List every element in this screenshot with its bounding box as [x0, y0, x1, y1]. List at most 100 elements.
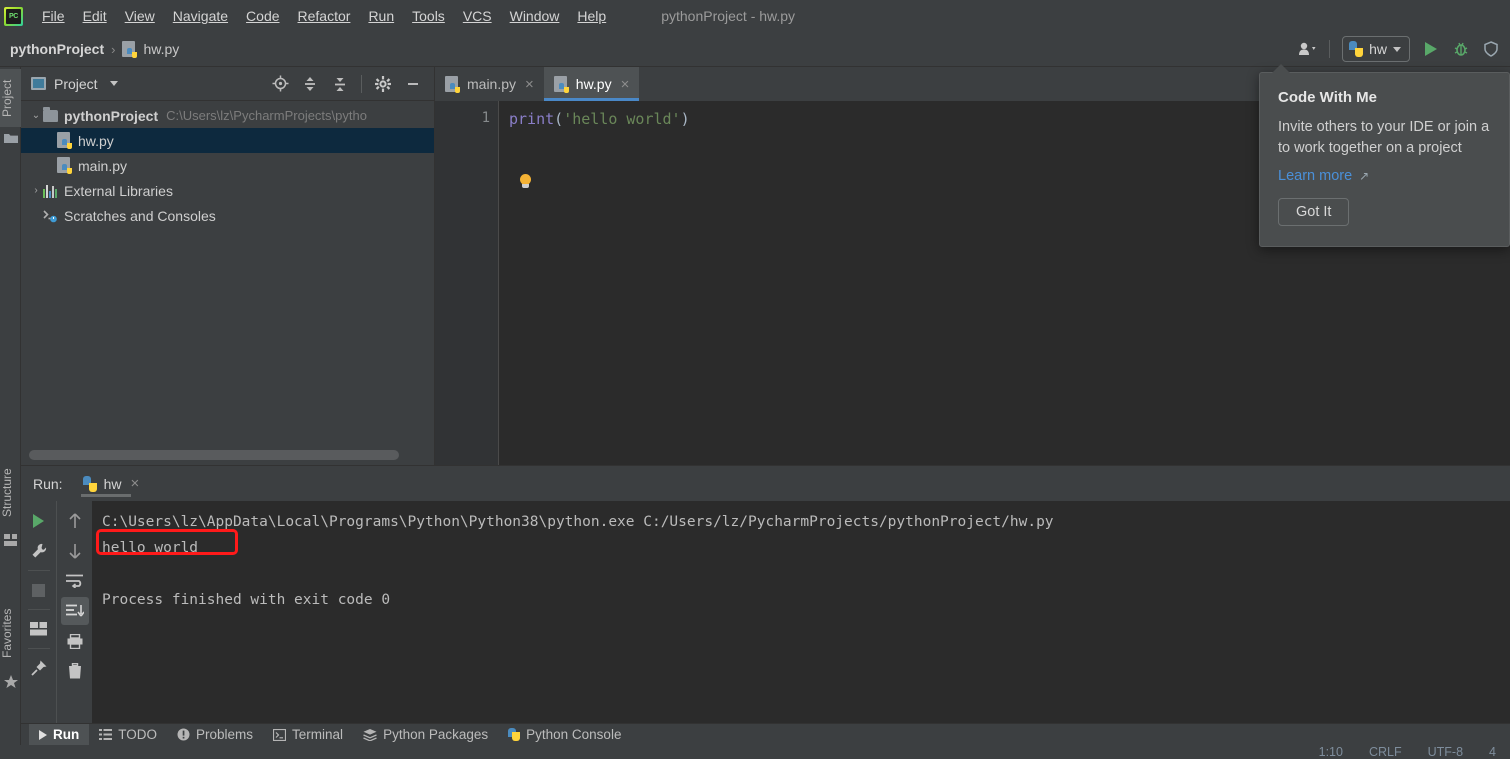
bottom-item-todo[interactable]: TODO [89, 724, 167, 746]
close-icon[interactable]: × [525, 77, 534, 92]
tree-node-hw-py[interactable]: hw.py [21, 128, 434, 153]
status-indent[interactable]: 4 [1489, 745, 1496, 759]
edit-configuration-wrench-icon [32, 543, 46, 558]
expand-all-icon[interactable] [295, 71, 325, 97]
prev-occurrence-button[interactable] [61, 507, 89, 535]
menu-item-edit[interactable]: Edit [74, 5, 116, 27]
breadcrumb-project[interactable]: pythonProject [10, 41, 104, 57]
editor-tab-hw-py[interactable]: hw.py × [543, 67, 640, 101]
left-tool-stripe: Project Structure Favorites [0, 67, 21, 759]
project-panel-horizontal-scrollbar[interactable] [29, 450, 399, 460]
chevron-right-icon[interactable]: › [29, 185, 43, 196]
sidebar-item-project[interactable]: Project [0, 69, 21, 127]
locate-target-icon[interactable] [265, 71, 295, 97]
lightbulb-icon[interactable] [518, 174, 533, 189]
pycharm-logo-icon [4, 6, 23, 26]
soft-wrap-button[interactable] [61, 567, 89, 595]
menu-window-label: Window [509, 8, 560, 24]
learn-more-label: Learn more [1278, 168, 1353, 184]
next-occurrence-button[interactable] [61, 537, 89, 565]
run-play-icon [1425, 42, 1437, 56]
close-icon[interactable]: × [621, 77, 630, 92]
menu-item-navigate[interactable]: Navigate [164, 5, 237, 27]
status-line-separator[interactable]: CRLF [1369, 745, 1402, 759]
print-button[interactable] [61, 627, 89, 655]
stop-button[interactable] [25, 576, 53, 604]
run-play-icon [39, 729, 47, 740]
layout-button[interactable] [25, 615, 53, 643]
pin-tab-button[interactable] [25, 654, 53, 682]
bottom-item-terminal[interactable]: Terminal [263, 724, 353, 746]
minimize-icon[interactable] [398, 71, 428, 97]
chevron-down-icon[interactable]: ⌄ [29, 110, 43, 121]
run-button[interactable] [1416, 36, 1446, 62]
python-file-icon [553, 75, 569, 93]
user-account-icon[interactable] [1293, 36, 1323, 62]
menu-item-window[interactable]: Window [501, 5, 569, 27]
run-configuration-selector[interactable]: hw [1342, 36, 1410, 62]
bottom-item-python-packages[interactable]: Python Packages [353, 724, 498, 746]
tree-node-label: main.py [78, 157, 128, 174]
coverage-button[interactable] [1476, 36, 1506, 62]
sidebar-item-favorites[interactable]: Favorites [0, 597, 21, 669]
bottom-item-label: Run [53, 727, 80, 742]
sidebar-item-structure[interactable]: Structure [0, 457, 21, 529]
status-caret-position[interactable]: 1:10 [1319, 745, 1343, 759]
learn-more-link[interactable]: Learn more ↗ [1278, 168, 1369, 184]
got-it-button[interactable]: Got It [1278, 198, 1350, 226]
packages-icon [363, 728, 377, 741]
breadcrumb-file-label: hw.py [143, 41, 180, 57]
clear-all-button[interactable] [61, 657, 89, 685]
scratches-icon [43, 209, 58, 223]
stop-icon [32, 583, 45, 597]
scroll-to-end-icon [65, 604, 84, 617]
menu-item-code[interactable]: Code [237, 5, 288, 27]
bottom-item-run[interactable]: Run [29, 723, 90, 746]
menu-item-vcs[interactable]: VCS [454, 5, 501, 27]
debug-button[interactable] [1446, 36, 1476, 62]
code-token-close-paren: ) [680, 110, 690, 128]
menu-item-refactor[interactable]: Refactor [289, 5, 360, 27]
rerun-button[interactable] [25, 507, 53, 535]
bottom-item-python-console[interactable]: Python Console [498, 724, 631, 746]
navbar-right-toolbar: hw [1293, 36, 1510, 62]
menu-item-help[interactable]: Help [568, 5, 615, 27]
status-bar: 1:10 CRLF UTF-8 4 [0, 745, 1510, 759]
toolbar-divider [27, 609, 50, 610]
settings-gear-icon[interactable] [368, 71, 398, 97]
menu-navigate-label: Navigate [172, 8, 229, 24]
editor-tab-main-py[interactable]: main.py × [435, 67, 544, 101]
menu-item-tools[interactable]: Tools [403, 5, 454, 27]
bottom-item-problems[interactable]: Problems [167, 724, 263, 746]
tree-node-pythonproject[interactable]: ⌄ pythonProject C:\Users\lz\PycharmProje… [21, 103, 434, 128]
close-icon[interactable]: × [130, 476, 139, 491]
console-line-output: hello world [102, 540, 199, 556]
tree-node-label: pythonProject [64, 107, 159, 124]
toolbar-divider [361, 74, 362, 93]
navigation-bar: pythonProject › hw.py hw [0, 32, 1510, 67]
project-panel-title: Project [54, 75, 98, 92]
status-encoding[interactable]: UTF-8 [1428, 745, 1463, 759]
menu-item-run[interactable]: Run [359, 5, 403, 27]
down-arrow-icon [68, 544, 81, 559]
project-tree: ⌄ pythonProject C:\Users\lz\PycharmProje… [21, 101, 434, 228]
menu-tools-label: Tools [412, 8, 445, 24]
editor-gutter[interactable]: 1 [435, 101, 499, 465]
tree-node-main-py[interactable]: main.py [21, 153, 434, 178]
tree-node-scratches-and-consoles[interactable]: Scratches and Consoles [21, 203, 434, 228]
run-tab-hw[interactable]: hw × [80, 466, 146, 501]
up-arrow-icon [68, 513, 81, 528]
chevron-down-icon[interactable] [109, 81, 118, 86]
run-console-output[interactable]: C:\Users\lz\AppData\Local\Programs\Pytho… [92, 501, 1510, 723]
run-panel-header: Run: hw × [21, 466, 1510, 501]
menu-item-file[interactable]: File [33, 5, 74, 27]
code-token-function: print [509, 110, 555, 128]
popup-title: Code With Me [1278, 89, 1378, 106]
scroll-to-end-button[interactable] [60, 597, 89, 625]
tree-node-external-libraries[interactable]: › External Libraries [21, 178, 434, 203]
project-panel-header: Project [21, 67, 434, 101]
edit-configuration-button[interactable] [25, 537, 53, 565]
breadcrumb-file[interactable]: hw.py [122, 40, 180, 58]
menu-item-view[interactable]: View [116, 5, 164, 27]
collapse-all-icon[interactable] [325, 71, 355, 97]
